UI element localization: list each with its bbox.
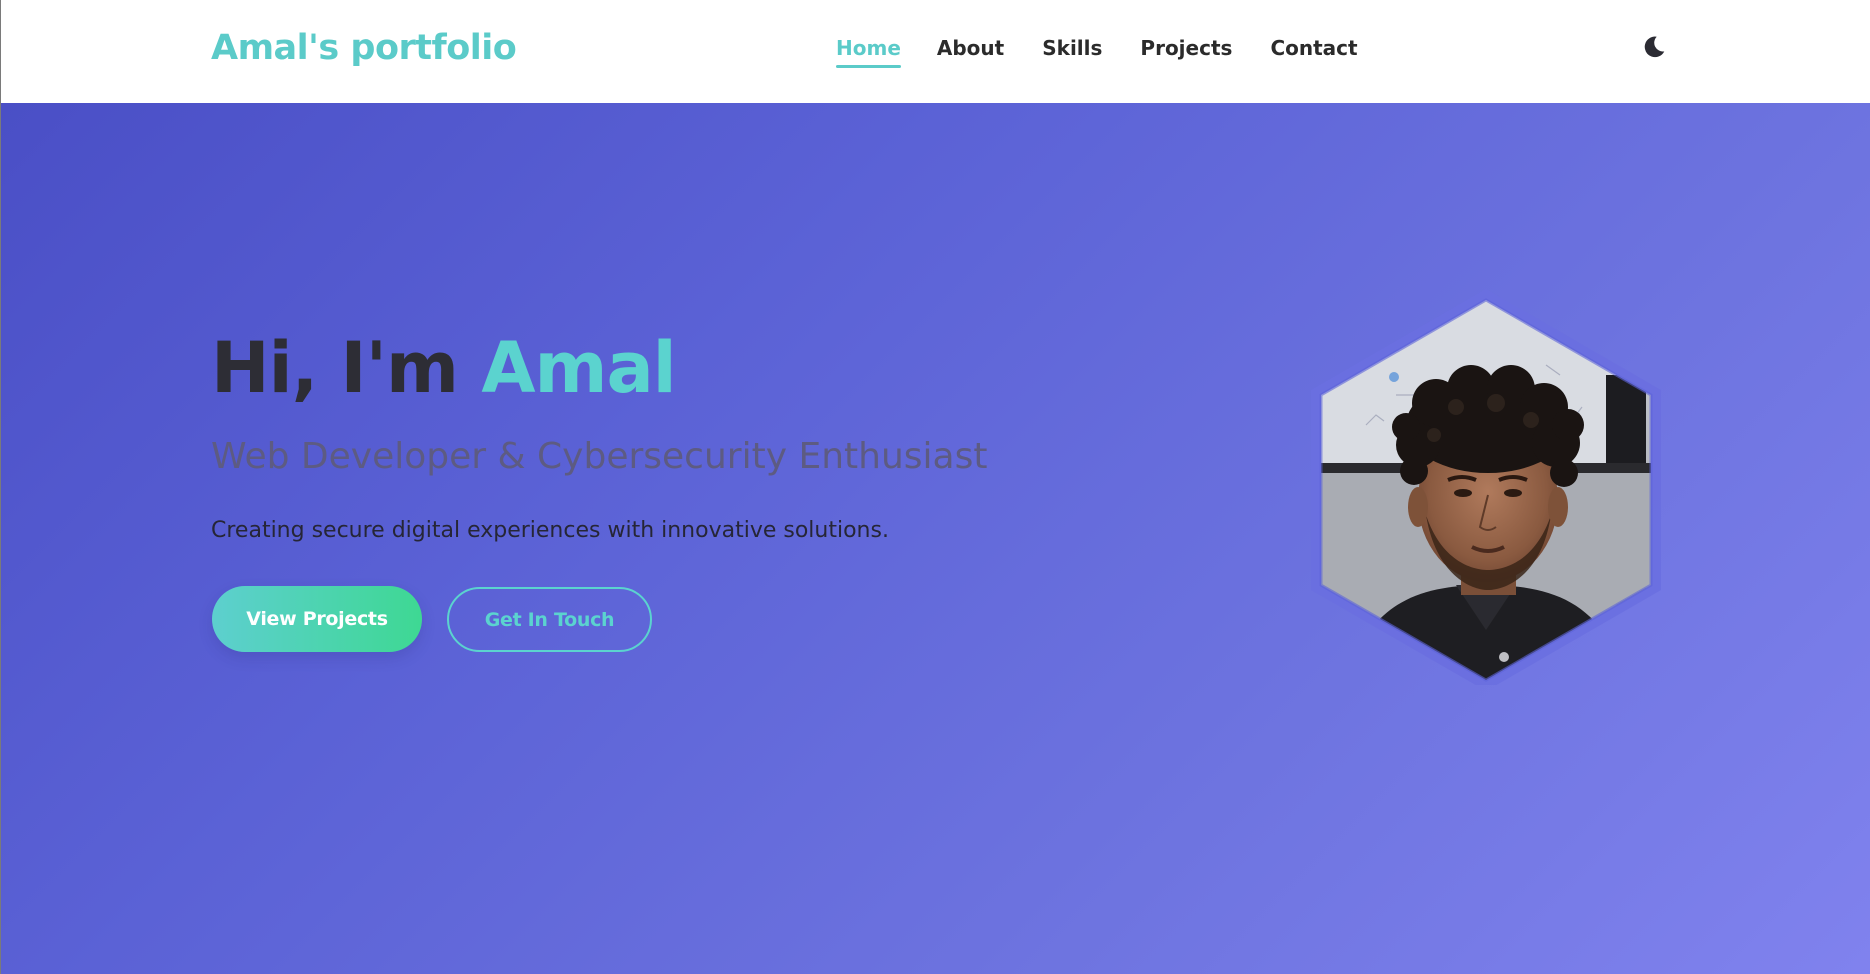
hero-greeting: Hi, I'm xyxy=(211,327,482,409)
nav-link-projects[interactable]: Projects xyxy=(1140,34,1232,62)
main-nav: Home About Skills Projects Contact xyxy=(836,34,1358,68)
get-in-touch-button[interactable]: Get In Touch xyxy=(447,587,652,652)
nav-link-home[interactable]: Home xyxy=(836,34,901,68)
nav-link-contact[interactable]: Contact xyxy=(1270,34,1357,62)
site-logo[interactable]: Amal's portfolio xyxy=(211,24,517,72)
hero-description: Creating secure digital experiences with… xyxy=(211,518,889,543)
profile-photo-frame xyxy=(1306,285,1666,685)
hero-name: Amal xyxy=(481,327,676,409)
hero-title: Hi, I'm Amal xyxy=(211,323,677,413)
theme-toggle-button[interactable] xyxy=(1641,34,1667,60)
hero-subtitle: Web Developer & Cybersecurity Enthusiast xyxy=(211,436,988,477)
view-projects-button[interactable]: View Projects xyxy=(212,586,422,652)
site-header: Amal's portfolio Home About Skills Proje… xyxy=(0,0,1870,103)
nav-link-about[interactable]: About xyxy=(937,34,1004,62)
nav-link-skills[interactable]: Skills xyxy=(1042,34,1102,62)
hero-section: Hi, I'm Amal Web Developer & Cybersecuri… xyxy=(0,103,1870,974)
profile-photo xyxy=(1311,289,1661,685)
moon-icon xyxy=(1644,36,1665,58)
